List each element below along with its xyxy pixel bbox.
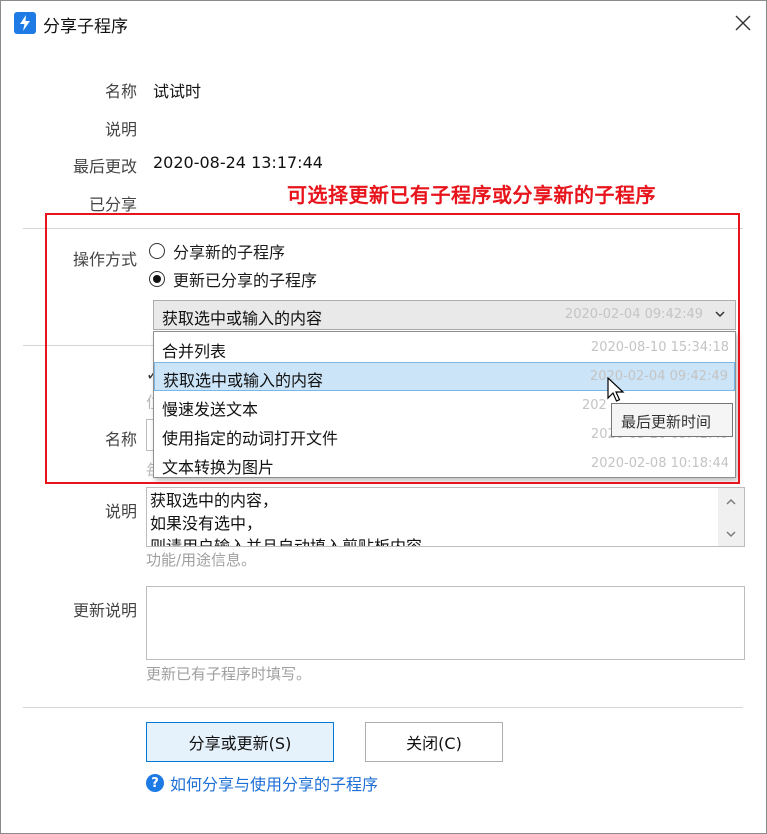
item-label: 合并列表 xyxy=(162,342,227,361)
update-notes-label: 更新说明 xyxy=(72,601,137,620)
description-line: 获取选中的内容， xyxy=(150,491,279,510)
dropdown-item[interactable]: 文本转换为图片 2020-02-08 10:18:44 xyxy=(154,450,735,479)
select-value: 获取选中或输入的内容 xyxy=(162,309,323,328)
title-bar: 分享子程序 xyxy=(1,1,766,45)
divider xyxy=(23,228,743,229)
chevron-down-icon[interactable] xyxy=(724,526,738,540)
divider xyxy=(23,707,743,708)
shared-label: 已分享 xyxy=(88,195,137,214)
description-hint: 功能/用途信息。 xyxy=(146,551,257,569)
radio-share-new-label: 分享新的子程序 xyxy=(173,243,286,262)
mouse-pointer-icon xyxy=(607,376,627,405)
dropdown-item-highlighted[interactable]: 获取选中或输入的内容 2020-02-04 09:42:49 xyxy=(154,362,735,391)
chevron-down-icon xyxy=(713,306,727,320)
select-date: 2020-02-04 09:42:49 xyxy=(564,307,703,322)
item-date: 2020-08-10 15:34:18 xyxy=(590,340,729,355)
item-label: 获取选中或输入的内容 xyxy=(163,371,324,390)
name-value: 试试时 xyxy=(153,82,202,101)
radio-circle-checked[interactable] xyxy=(149,271,165,287)
scrollbar[interactable] xyxy=(718,488,744,546)
last-modified-label: 最后更改 xyxy=(72,157,137,176)
window-title: 分享子程序 xyxy=(43,17,128,37)
annotation-text: 可选择更新已有子程序或分享新的子程序 xyxy=(287,183,656,207)
radio-update-shared[interactable]: 更新已分享的子程序 xyxy=(149,267,317,291)
form-description-label: 说明 xyxy=(104,502,137,521)
item-label: 使用指定的动词打开文件 xyxy=(162,429,339,448)
close-icon[interactable] xyxy=(729,9,757,37)
dropdown-item[interactable]: 合并列表 2020-08-10 15:34:18 xyxy=(154,334,735,363)
radio-share-new[interactable]: 分享新的子程序 xyxy=(149,239,285,263)
divider xyxy=(23,345,153,346)
form-name-label: 名称 xyxy=(104,430,137,449)
close-button[interactable]: 关闭(C) xyxy=(365,722,503,762)
item-date: 202 xyxy=(582,398,607,413)
question-icon: ? xyxy=(146,774,164,792)
description-line: 则请用户输入并且自动填入剪贴板内容 xyxy=(150,537,423,547)
name-label: 名称 xyxy=(104,82,137,101)
radio-update-shared-label: 更新已分享的子程序 xyxy=(173,271,318,290)
update-notes-hint: 更新已有子程序时填写。 xyxy=(146,665,312,683)
description-line: 如果没有选中， xyxy=(150,514,263,533)
update-notes-textarea[interactable] xyxy=(146,586,745,660)
description-textarea[interactable]: 获取选中的内容， 如果没有选中， 则请用户输入并且自动填入剪贴板内容 xyxy=(146,487,745,547)
item-date: 2020-02-08 10:18:44 xyxy=(590,456,729,471)
tooltip: 最后更新时间 xyxy=(611,403,733,437)
share-dialog: 分享子程序 名称 试试时 说明 最后更改 2020-08-24 13:17:44… xyxy=(0,0,767,834)
help-link-text[interactable]: 如何分享与使用分享的子程序 xyxy=(170,771,378,795)
subprogram-select[interactable]: 获取选中或输入的内容 2020-02-04 09:42:49 xyxy=(153,300,736,330)
mode-label: 操作方式 xyxy=(72,250,137,269)
lightning-icon xyxy=(14,12,36,34)
description-label: 说明 xyxy=(104,120,137,139)
radio-circle[interactable] xyxy=(149,243,165,259)
help-link[interactable]: ? 如何分享与使用分享的子程序 xyxy=(146,771,378,795)
chevron-up-icon[interactable] xyxy=(724,494,738,508)
last-modified-value: 2020-08-24 13:17:44 xyxy=(153,153,323,172)
item-label: 慢速发送文本 xyxy=(162,400,259,419)
item-label: 文本转换为图片 xyxy=(162,458,275,477)
share-or-update-button[interactable]: 分享或更新(S) xyxy=(146,722,334,762)
